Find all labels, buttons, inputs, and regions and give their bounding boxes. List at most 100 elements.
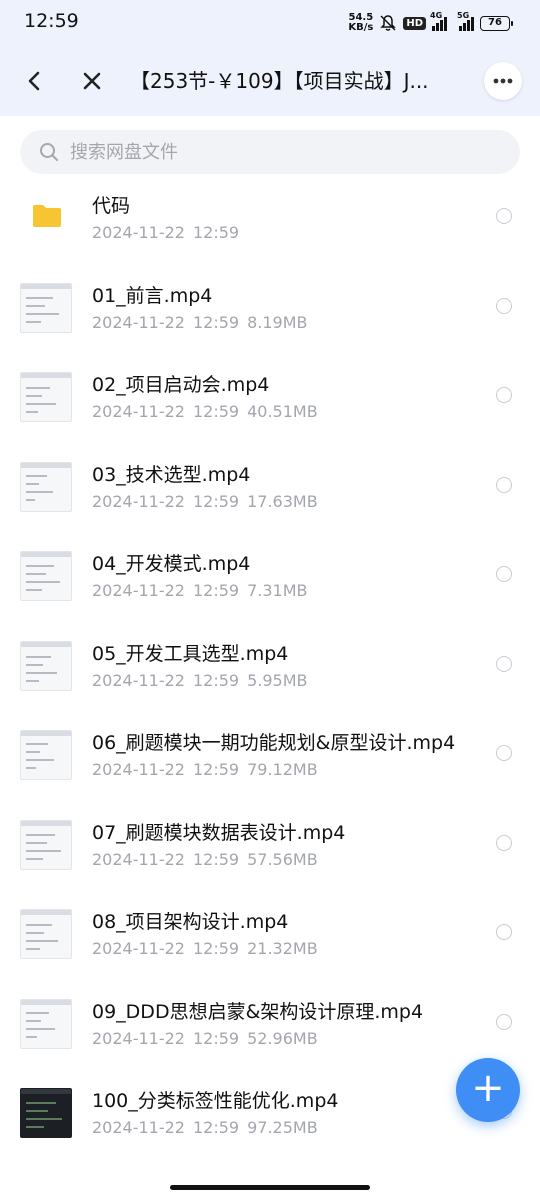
file-meta: 2024-11-22 12:59 bbox=[92, 223, 239, 242]
file-date: 2024-11-22 bbox=[92, 491, 185, 511]
file-time: 12:59 bbox=[192, 1028, 240, 1048]
file-name: 06_刷题模块一期功能规划&原型设计.mp4 bbox=[92, 732, 456, 754]
file-date: 2024-11-22 bbox=[92, 223, 185, 242]
select-radio[interactable] bbox=[496, 924, 512, 940]
select-radio[interactable] bbox=[496, 834, 512, 851]
list-item[interactable]: 04_开发模式.mp4 2024-11-22 12:59 7.31MB bbox=[0, 544, 540, 630]
file-meta: 2024-11-22 12:59 57.56MB bbox=[92, 850, 318, 869]
video-thumbnail bbox=[20, 909, 72, 959]
file-time: 12:59 bbox=[192, 581, 240, 600]
home-indicator[interactable] bbox=[170, 1185, 370, 1190]
select-radio[interactable] bbox=[496, 476, 512, 493]
file-name: 02_项目启动会.mp4 bbox=[92, 374, 270, 396]
select-radio[interactable] bbox=[496, 1013, 512, 1030]
file-time: 12:59 bbox=[192, 760, 240, 779]
file-meta: 2024-11-22 12:59 21.32MB bbox=[92, 939, 318, 958]
select-radio[interactable] bbox=[496, 387, 512, 403]
list-item[interactable]: 05_开发工具选型.mp4 2024-11-22 12:59 5.95MB bbox=[0, 634, 540, 720]
add-button[interactable]: + bbox=[456, 1058, 520, 1122]
file-meta: 2024-11-22 12:59 5.95MB bbox=[92, 671, 308, 690]
file-size: 40.51MB bbox=[247, 402, 318, 421]
video-thumbnail bbox=[20, 998, 72, 1049]
file-size: 17.63MB bbox=[247, 491, 318, 511]
video-thumbnail bbox=[20, 730, 72, 780]
select-radio[interactable] bbox=[496, 655, 512, 672]
page-title: 【253节-￥109】【项目实战】J... bbox=[130, 69, 429, 93]
select-radio[interactable] bbox=[496, 297, 512, 314]
list-item[interactable]: 03_技术选型.mp4 2024-11-22 12:59 17.63MB bbox=[0, 455, 540, 541]
hd-badge: HD bbox=[403, 16, 426, 30]
list-item[interactable]: 09_DDD思想启蒙&架构设计原理.mp4 2024-11-22 12:59 52.9… bbox=[0, 992, 540, 1078]
file-name: 08_项目架构设计.mp4 bbox=[92, 911, 289, 933]
video-thumbnail bbox=[20, 819, 72, 870]
status-indicators: 54.5 KB/s HD 4G 5G 76 bbox=[348, 10, 513, 36]
folder-icon bbox=[33, 205, 61, 227]
file-name: 05_开发工具选型.mp4 bbox=[92, 642, 289, 665]
battery-icon: 76 bbox=[480, 15, 513, 31]
list-item[interactable]: 06_刷题模块一期功能规划&原型设计.mp4 2024-11-22 12:59 79.… bbox=[0, 723, 540, 809]
file-meta: 2024-11-22 12:59 17.63MB bbox=[92, 492, 318, 511]
status-time: 12:59 bbox=[24, 10, 79, 32]
file-date: 2024-11-22 bbox=[92, 939, 185, 958]
file-size: 57.56MB bbox=[247, 849, 318, 869]
video-thumbnail bbox=[20, 372, 72, 422]
signal-4g-label: 4G bbox=[430, 11, 443, 20]
file-name: 03_技术选型.mp4 bbox=[92, 463, 251, 486]
file-time: 12:59 bbox=[192, 491, 240, 511]
file-date: 2024-11-22 bbox=[92, 760, 185, 779]
file-time: 12:59 bbox=[192, 670, 240, 690]
search-icon bbox=[40, 143, 58, 161]
network-speed-unit: KB/s bbox=[348, 22, 374, 33]
file-size: 52.96MB bbox=[247, 1028, 318, 1048]
file-date: 2024-11-22 bbox=[92, 1028, 185, 1048]
file-name: 07_刷题模块数据表设计.mp4 bbox=[92, 821, 346, 844]
list-item[interactable]: 02_项目启动会.mp4 2024-11-22 12:59 40.51MB bbox=[0, 365, 540, 451]
file-meta: 2024-11-22 12:59 8.19MB bbox=[92, 313, 308, 332]
back-arrow-icon bbox=[28, 71, 40, 91]
video-thumbnail bbox=[20, 640, 72, 691]
list-item[interactable]: 代码 2024-11-22 12:59 bbox=[0, 186, 540, 272]
file-meta: 2024-11-22 12:59 52.96MB bbox=[92, 1029, 318, 1048]
more-icon bbox=[493, 78, 513, 84]
file-date: 2024-11-22 bbox=[92, 1118, 185, 1137]
file-meta: 2024-11-22 12:59 7.31MB bbox=[92, 581, 308, 600]
file-name: 100_分类标签性能优化.mp4 bbox=[92, 1090, 339, 1112]
select-radio[interactable] bbox=[496, 208, 512, 224]
close-icon bbox=[83, 72, 101, 90]
search-bar[interactable] bbox=[20, 130, 520, 174]
file-time: 12:59 bbox=[192, 402, 240, 421]
status-bar: 12:59 54.5 KB/s HD 4G 5G 76 bbox=[0, 0, 540, 46]
close-button[interactable] bbox=[72, 61, 112, 101]
file-date: 2024-11-22 bbox=[92, 402, 185, 421]
top-navigation-bar: 【253节-￥109】【项目实战】J... bbox=[0, 46, 540, 116]
network-speed: 54.5 KB/s bbox=[348, 13, 373, 33]
file-name: 代码 bbox=[92, 195, 131, 217]
file-size: 5.95MB bbox=[247, 670, 308, 690]
file-time: 12:59 bbox=[192, 849, 240, 869]
select-radio[interactable] bbox=[496, 745, 512, 761]
search-input[interactable] bbox=[70, 130, 490, 174]
file-size: 97.25MB bbox=[247, 1118, 318, 1137]
file-time: 12:59 bbox=[192, 223, 240, 242]
file-size: 7.31MB bbox=[247, 581, 308, 600]
list-item[interactable]: 01_前言.mp4 2024-11-22 12:59 8.19MB bbox=[0, 276, 540, 362]
file-date: 2024-11-22 bbox=[92, 312, 185, 332]
more-button[interactable] bbox=[484, 62, 522, 100]
file-size: 79.12MB bbox=[247, 760, 318, 779]
video-thumbnail bbox=[20, 282, 72, 333]
list-item[interactable]: 07_刷题模块数据表设计.mp4 2024-11-22 12:59 57.56MB bbox=[0, 813, 540, 899]
file-meta: 2024-11-22 12:59 40.51MB bbox=[92, 402, 318, 421]
list-item[interactable]: 08_项目架构设计.mp4 2024-11-22 12:59 21.32MB bbox=[0, 902, 540, 988]
back-button[interactable] bbox=[16, 61, 56, 101]
signal-5g-label: 5G bbox=[457, 11, 470, 20]
file-date: 2024-11-22 bbox=[92, 581, 185, 600]
file-meta: 2024-11-22 12:59 97.25MB bbox=[92, 1118, 318, 1137]
video-thumbnail bbox=[20, 461, 72, 512]
file-name: 01_前言.mp4 bbox=[92, 284, 213, 307]
file-date: 2024-11-22 bbox=[92, 670, 185, 690]
video-thumbnail bbox=[20, 551, 72, 601]
mute-bell-icon bbox=[380, 15, 397, 31]
file-meta: 2024-11-22 12:59 79.12MB bbox=[92, 760, 318, 779]
file-time: 12:59 bbox=[192, 1118, 240, 1137]
select-radio[interactable] bbox=[496, 566, 512, 582]
